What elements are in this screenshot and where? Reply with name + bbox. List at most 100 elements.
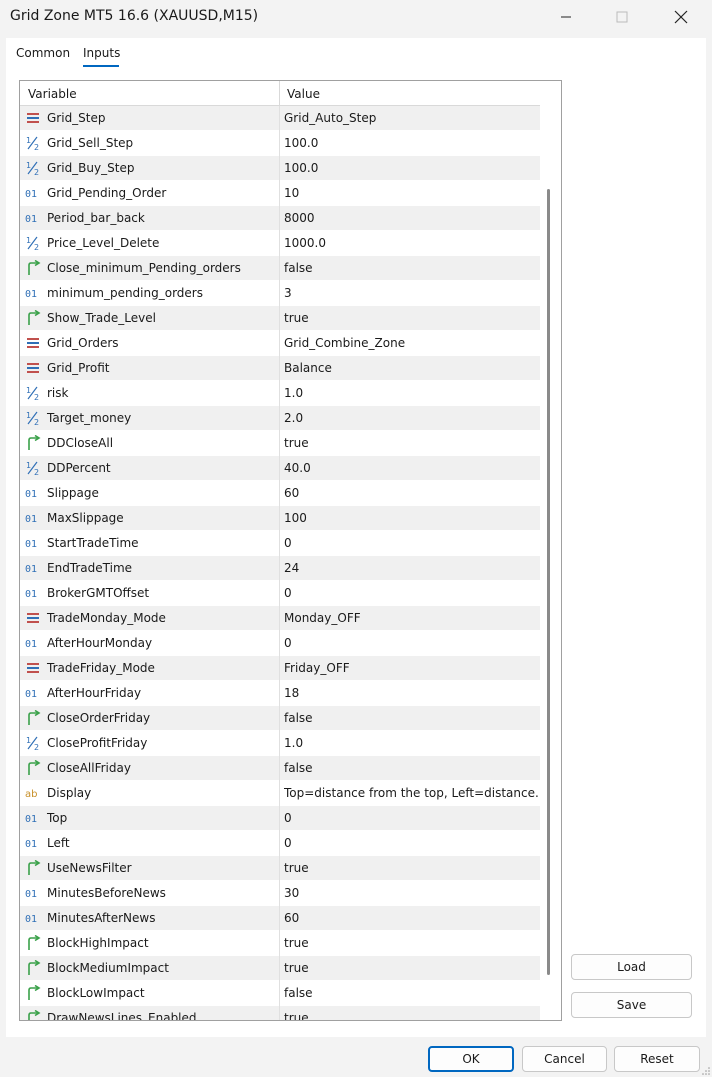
ok-button[interactable]: OK (428, 1046, 514, 1072)
table-row[interactable]: DrawNewsLines_Enabled true (20, 1006, 540, 1020)
variable-value[interactable]: 0 (284, 536, 538, 550)
variable-value[interactable]: 24 (284, 561, 538, 575)
table-row[interactable]: 1 2 Grid_Sell_Step 100.0 (20, 131, 540, 156)
variable-value[interactable]: true (284, 311, 538, 325)
variable-value[interactable]: 60 (284, 486, 538, 500)
variable-value[interactable]: Grid_Combine_Zone (284, 336, 538, 350)
table-row[interactable]: UseNewsFilter true (20, 856, 540, 881)
table-row[interactable]: 01 MinutesBeforeNews 30 (20, 881, 540, 906)
variable-value[interactable]: 100.0 (284, 161, 538, 175)
maximize-button[interactable] (599, 0, 645, 34)
table-row[interactable]: CloseAllFriday false (20, 756, 540, 781)
variable-name: Close_minimum_Pending_orders (47, 261, 241, 275)
variable-value[interactable]: 1.0 (284, 736, 538, 750)
svg-text:ab: ab (25, 789, 37, 800)
table-row[interactable]: 01 AfterHourMonday 0 (20, 631, 540, 656)
variable-value[interactable]: 1000.0 (284, 236, 538, 250)
table-row[interactable]: Show_Trade_Level true (20, 306, 540, 331)
variable-value[interactable]: Grid_Auto_Step (284, 111, 538, 125)
cell-divider (279, 756, 280, 781)
variable-value[interactable]: 60 (284, 911, 538, 925)
cell-divider (279, 256, 280, 281)
vertical-scrollbar[interactable] (547, 189, 550, 975)
table-row[interactable]: 1 2 CloseProfitFriday 1.0 (20, 731, 540, 756)
table-row[interactable]: 1 2 risk 1.0 (20, 381, 540, 406)
save-button[interactable]: Save (571, 992, 692, 1018)
variable-value[interactable]: true (284, 961, 538, 975)
variable-value[interactable]: 40.0 (284, 461, 538, 475)
table-row[interactable]: BlockLowImpact false (20, 981, 540, 1006)
cell-divider (279, 856, 280, 881)
table-row[interactable]: CloseOrderFriday false (20, 706, 540, 731)
variable-value[interactable]: true (284, 936, 538, 950)
svg-text:1: 1 (26, 386, 31, 395)
tab-inputs[interactable]: Inputs (83, 46, 120, 60)
table-row[interactable]: 01 BrokerGMTOffset 0 (20, 581, 540, 606)
variable-value[interactable]: 3 (284, 286, 538, 300)
table-row[interactable]: 01 MinutesAfterNews 60 (20, 906, 540, 931)
variable-value[interactable]: 2.0 (284, 411, 538, 425)
variable-value[interactable]: 0 (284, 636, 538, 650)
table-row[interactable]: 01 MaxSlippage 100 (20, 506, 540, 531)
cancel-button[interactable]: Cancel (522, 1046, 607, 1072)
variable-value[interactable]: Friday_OFF (284, 661, 538, 675)
variable-value[interactable]: 100 (284, 511, 538, 525)
reset-button[interactable]: Reset (614, 1046, 700, 1072)
table-row[interactable]: 01 EndTradeTime 24 (20, 556, 540, 581)
variable-value[interactable]: 18 (284, 686, 538, 700)
table-row[interactable]: BlockHighImpact true (20, 931, 540, 956)
table-row[interactable]: 1 2 Price_Level_Delete 1000.0 (20, 231, 540, 256)
minimize-button[interactable] (543, 0, 589, 34)
table-row[interactable]: 01 StartTradeTime 0 (20, 531, 540, 556)
variable-value[interactable]: Top=distance from the top, Left=distance… (284, 786, 538, 800)
table-row[interactable]: 01 minimum_pending_orders 3 (20, 281, 540, 306)
table-row[interactable]: Close_minimum_Pending_orders false (20, 256, 540, 281)
table-row[interactable]: 01 Top 0 (20, 806, 540, 831)
load-button[interactable]: Load (571, 954, 692, 980)
cell-divider (279, 731, 280, 756)
table-row[interactable]: BlockMediumImpact true (20, 956, 540, 981)
table-row[interactable]: TradeMonday_Mode Monday_OFF (20, 606, 540, 631)
variable-value[interactable]: false (284, 261, 538, 275)
cell-divider (279, 831, 280, 856)
table-row[interactable]: 01 Period_bar_back 8000 (20, 206, 540, 231)
table-row[interactable]: 1 2 DDPercent 40.0 (20, 456, 540, 481)
int-icon: 01 (24, 585, 42, 601)
variable-value[interactable]: 0 (284, 836, 538, 850)
variable-value[interactable]: true (284, 436, 538, 450)
variable-value[interactable]: false (284, 986, 538, 1000)
variable-value[interactable]: 0 (284, 586, 538, 600)
variable-value[interactable]: 8000 (284, 211, 538, 225)
variable-value[interactable]: true (284, 861, 538, 875)
variable-value[interactable]: 1.0 (284, 386, 538, 400)
variable-value[interactable]: 100.0 (284, 136, 538, 150)
column-header-value[interactable]: Value (287, 87, 320, 101)
variable-value[interactable]: true (284, 1011, 538, 1020)
table-row[interactable]: 01 Left 0 (20, 831, 540, 856)
resize-grip-icon[interactable] (702, 1067, 710, 1075)
svg-text:2: 2 (34, 143, 39, 151)
column-header-variable[interactable]: Variable (28, 87, 77, 101)
variable-value[interactable]: Balance (284, 361, 538, 375)
table-row[interactable]: Grid_Profit Balance (20, 356, 540, 381)
table-row[interactable]: Grid_Orders Grid_Combine_Zone (20, 331, 540, 356)
variable-value[interactable]: false (284, 711, 538, 725)
tab-common[interactable]: Common (16, 46, 70, 60)
table-row[interactable]: 01 AfterHourFriday 18 (20, 681, 540, 706)
variable-value[interactable]: 10 (284, 186, 538, 200)
table-row[interactable]: ab Display Top=distance from the top, Left… (20, 781, 540, 806)
table-row[interactable]: 1 2 Grid_Buy_Step 100.0 (20, 156, 540, 181)
table-row[interactable]: 1 2 Target_money 2.0 (20, 406, 540, 431)
column-divider[interactable] (279, 81, 280, 106)
close-button[interactable] (658, 0, 704, 34)
table-row[interactable]: Grid_Step Grid_Auto_Step (20, 106, 540, 131)
variable-value[interactable]: 30 (284, 886, 538, 900)
variable-value[interactable]: 0 (284, 811, 538, 825)
table-row[interactable]: DDCloseAll true (20, 431, 540, 456)
variable-value[interactable]: Monday_OFF (284, 611, 538, 625)
table-row[interactable]: TradeFriday_Mode Friday_OFF (20, 656, 540, 681)
cell-divider (279, 906, 280, 931)
table-row[interactable]: 01 Grid_Pending_Order 10 (20, 181, 540, 206)
variable-value[interactable]: false (284, 761, 538, 775)
table-row[interactable]: 01 Slippage 60 (20, 481, 540, 506)
